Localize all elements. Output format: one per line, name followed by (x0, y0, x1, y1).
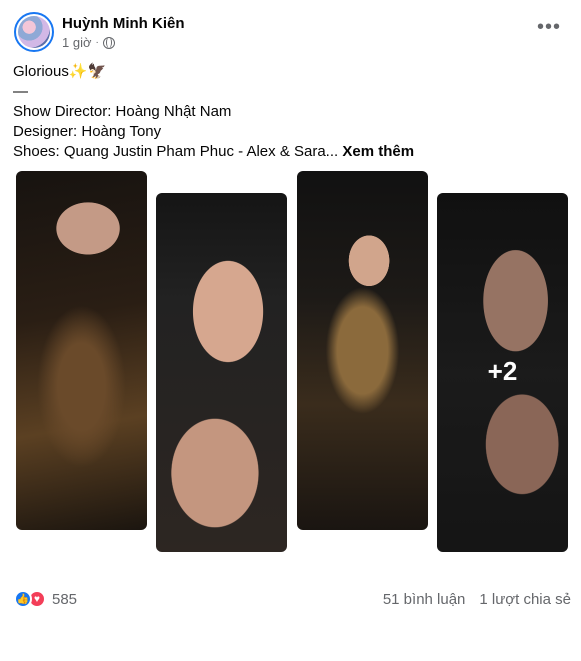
more-photos-count: +2 (487, 356, 518, 386)
post-meta: Huỳnh Minh Kiên 1 giờ · (62, 14, 185, 50)
reaction-icons[interactable]: 👍 ♥ (14, 590, 46, 608)
post-caption: Glorious✨🦅 — Show Director: Hoàng Nhật N… (13, 62, 414, 162)
caption-line-1: Glorious✨🦅 (13, 63, 107, 80)
caption-line-3: Show Director: Hoàng Nhật Nam (13, 103, 232, 120)
globe-icon (102, 36, 115, 49)
avatar[interactable] (14, 12, 54, 52)
time-separator: · (95, 37, 99, 48)
post-photo-1[interactable] (16, 171, 147, 530)
post-footer: 👍 ♥ 585 51 bình luận 1 lượt chia sẻ (14, 588, 571, 610)
comment-count[interactable]: 51 bình luận (383, 591, 466, 608)
post-photo-2[interactable] (156, 193, 287, 552)
see-more-link[interactable]: Xem thêm (342, 143, 414, 160)
caption-line-2: — (13, 83, 28, 100)
post-photo-4[interactable]: +2 (437, 193, 568, 552)
post-time[interactable]: 1 giờ (62, 35, 92, 50)
like-icon: 👍 (14, 590, 32, 608)
more-photos-overlay[interactable]: +2 (437, 193, 568, 552)
more-options-icon[interactable]: ••• (537, 17, 561, 37)
caption-line-4: Designer: Hoàng Tony (13, 123, 162, 140)
avatar-image (18, 16, 50, 48)
caption-line-5: Shoes: Quang Justin Pham Phuc - Alex & S… (13, 142, 414, 162)
share-count[interactable]: 1 lượt chia sẻ (479, 591, 571, 608)
reaction-count[interactable]: 585 (52, 591, 77, 608)
post-subline: 1 giờ · (62, 35, 185, 50)
post-photo-3[interactable] (297, 171, 428, 530)
author-name[interactable]: Huỳnh Minh Kiên (62, 14, 185, 33)
post-header: Huỳnh Minh Kiên 1 giờ · (14, 12, 185, 52)
caption-line-5-text: Shoes: Quang Justin Pham Phuc - Alex & S… (13, 143, 339, 160)
